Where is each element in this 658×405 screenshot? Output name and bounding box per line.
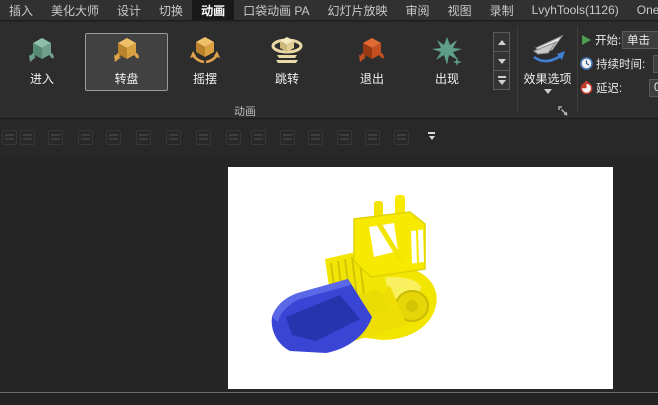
presentation-app-window: 插入 美化大师 设计 切换 动画 口袋动画 PA 幻灯片放映 审阅 视图 录制 … <box>0 0 658 405</box>
gallery-more-button[interactable] <box>493 70 510 90</box>
animation-pane-toolstrip <box>0 120 658 155</box>
swing-3d-cube-icon <box>187 34 223 68</box>
tab-beautify-master[interactable]: 美化大师 <box>42 0 108 20</box>
effect-label: 进入 <box>30 70 54 87</box>
enter-3d-cube-icon <box>25 34 59 68</box>
disabled-tool-icon <box>2 130 17 145</box>
tab-record[interactable]: 录制 <box>481 0 523 20</box>
more-bar-icon <box>498 76 506 78</box>
start-field-label: 开始: <box>595 32 621 48</box>
tab-view[interactable]: 视图 <box>439 0 481 20</box>
disabled-tool-icon <box>337 130 352 145</box>
tab-pocket-animation[interactable]: 口袋动画 PA <box>234 0 318 20</box>
tab-review[interactable]: 审阅 <box>397 0 439 20</box>
start-play-icon <box>580 34 592 46</box>
disabled-tool-icon <box>251 130 266 145</box>
duration-value-input[interactable] <box>653 55 658 73</box>
animation-effect-swing-button[interactable]: 摇摆 <box>165 33 245 91</box>
tab-insert[interactable]: 插入 <box>0 0 42 20</box>
ribbon-tab-bar: 插入 美化大师 设计 切换 动画 口袋动画 PA 幻灯片放映 审阅 视图 录制 … <box>0 0 658 21</box>
disabled-tool-icon <box>226 130 241 145</box>
chevron-up-icon <box>498 40 506 45</box>
gallery-scroll-down-button[interactable] <box>493 51 510 71</box>
effect-label: 摇摆 <box>193 70 217 87</box>
tab-onekey8[interactable]: OneKey 8 <box>628 0 658 20</box>
delay-timer-icon <box>580 81 593 94</box>
more-bar-icon <box>428 132 435 134</box>
ribbon-group-label: 动画 <box>0 103 490 119</box>
toolstrip-more-button[interactable] <box>428 132 435 140</box>
effect-options-label: 效果选项 <box>523 70 571 87</box>
delay-field-row: 延迟: <box>580 79 622 96</box>
dialog-launcher-icon[interactable] <box>558 106 569 117</box>
chevron-down-icon <box>544 89 552 94</box>
effect-label: 跳转 <box>275 70 299 87</box>
animation-effect-jump-button[interactable]: 跳转 <box>247 33 327 91</box>
slide-editing-canvas[interactable] <box>0 155 658 392</box>
tab-lvyhtools[interactable]: LvyhTools(1126) <box>523 0 628 20</box>
disabled-tool-icon <box>365 130 380 145</box>
animation-ribbon: 进入 转盘 <box>0 22 658 119</box>
chevron-down-icon <box>498 59 506 64</box>
effect-label: 退出 <box>360 70 384 87</box>
delay-value-input[interactable]: 0 <box>649 79 658 97</box>
disabled-tool-icon <box>136 130 151 145</box>
animation-effect-enter-button[interactable]: 进入 <box>2 33 82 91</box>
duration-field-row: 持续时间: <box>580 55 645 72</box>
start-value-dropdown[interactable]: 单击 <box>622 31 658 49</box>
gallery-scrollbar <box>493 33 510 90</box>
effect-label: 转盘 <box>114 70 138 87</box>
status-bar <box>0 392 658 405</box>
tab-slideshow[interactable]: 幻灯片放映 <box>319 0 397 20</box>
disabled-tool-icon <box>394 130 409 145</box>
start-field-row: 开始: <box>580 31 621 48</box>
delay-field-label: 延迟: <box>596 80 622 96</box>
disabled-tool-icon <box>106 130 121 145</box>
chevron-down-icon <box>498 80 506 85</box>
effect-options-button[interactable]: 效果选项 <box>518 33 577 113</box>
jump-3d-stack-icon <box>269 34 305 68</box>
exit-3d-cube-icon <box>355 34 389 68</box>
tab-animations-active[interactable]: 动画 <box>192 0 234 20</box>
duration-clock-icon <box>580 57 593 70</box>
gallery-scroll-up-button[interactable] <box>493 32 510 52</box>
appear-star-icon <box>430 34 464 68</box>
paper-plane-rotate-icon <box>528 33 568 69</box>
disabled-tool-icon <box>20 130 35 145</box>
ribbon-separator <box>577 26 578 112</box>
disabled-tool-icon <box>308 130 323 145</box>
duration-field-label: 持续时间: <box>596 56 645 72</box>
slide[interactable] <box>228 167 613 389</box>
disabled-tool-icon <box>166 130 181 145</box>
animation-effect-exit-button[interactable]: 退出 <box>332 33 412 91</box>
disabled-tool-icon <box>280 130 295 145</box>
animation-effect-turntable-button[interactable]: 转盘 <box>85 33 168 91</box>
effect-label: 出现 <box>435 70 459 87</box>
tab-transitions[interactable]: 切换 <box>150 0 192 20</box>
animation-effect-appear-button[interactable]: 出现 <box>407 33 487 91</box>
disabled-tool-icon <box>48 130 63 145</box>
disabled-tool-icon <box>78 130 93 145</box>
disabled-tool-icon <box>196 130 211 145</box>
bulldozer-3d-model[interactable] <box>228 167 613 389</box>
chevron-down-icon <box>429 136 435 140</box>
turntable-3d-cube-icon <box>110 34 144 68</box>
tab-design[interactable]: 设计 <box>108 0 150 20</box>
